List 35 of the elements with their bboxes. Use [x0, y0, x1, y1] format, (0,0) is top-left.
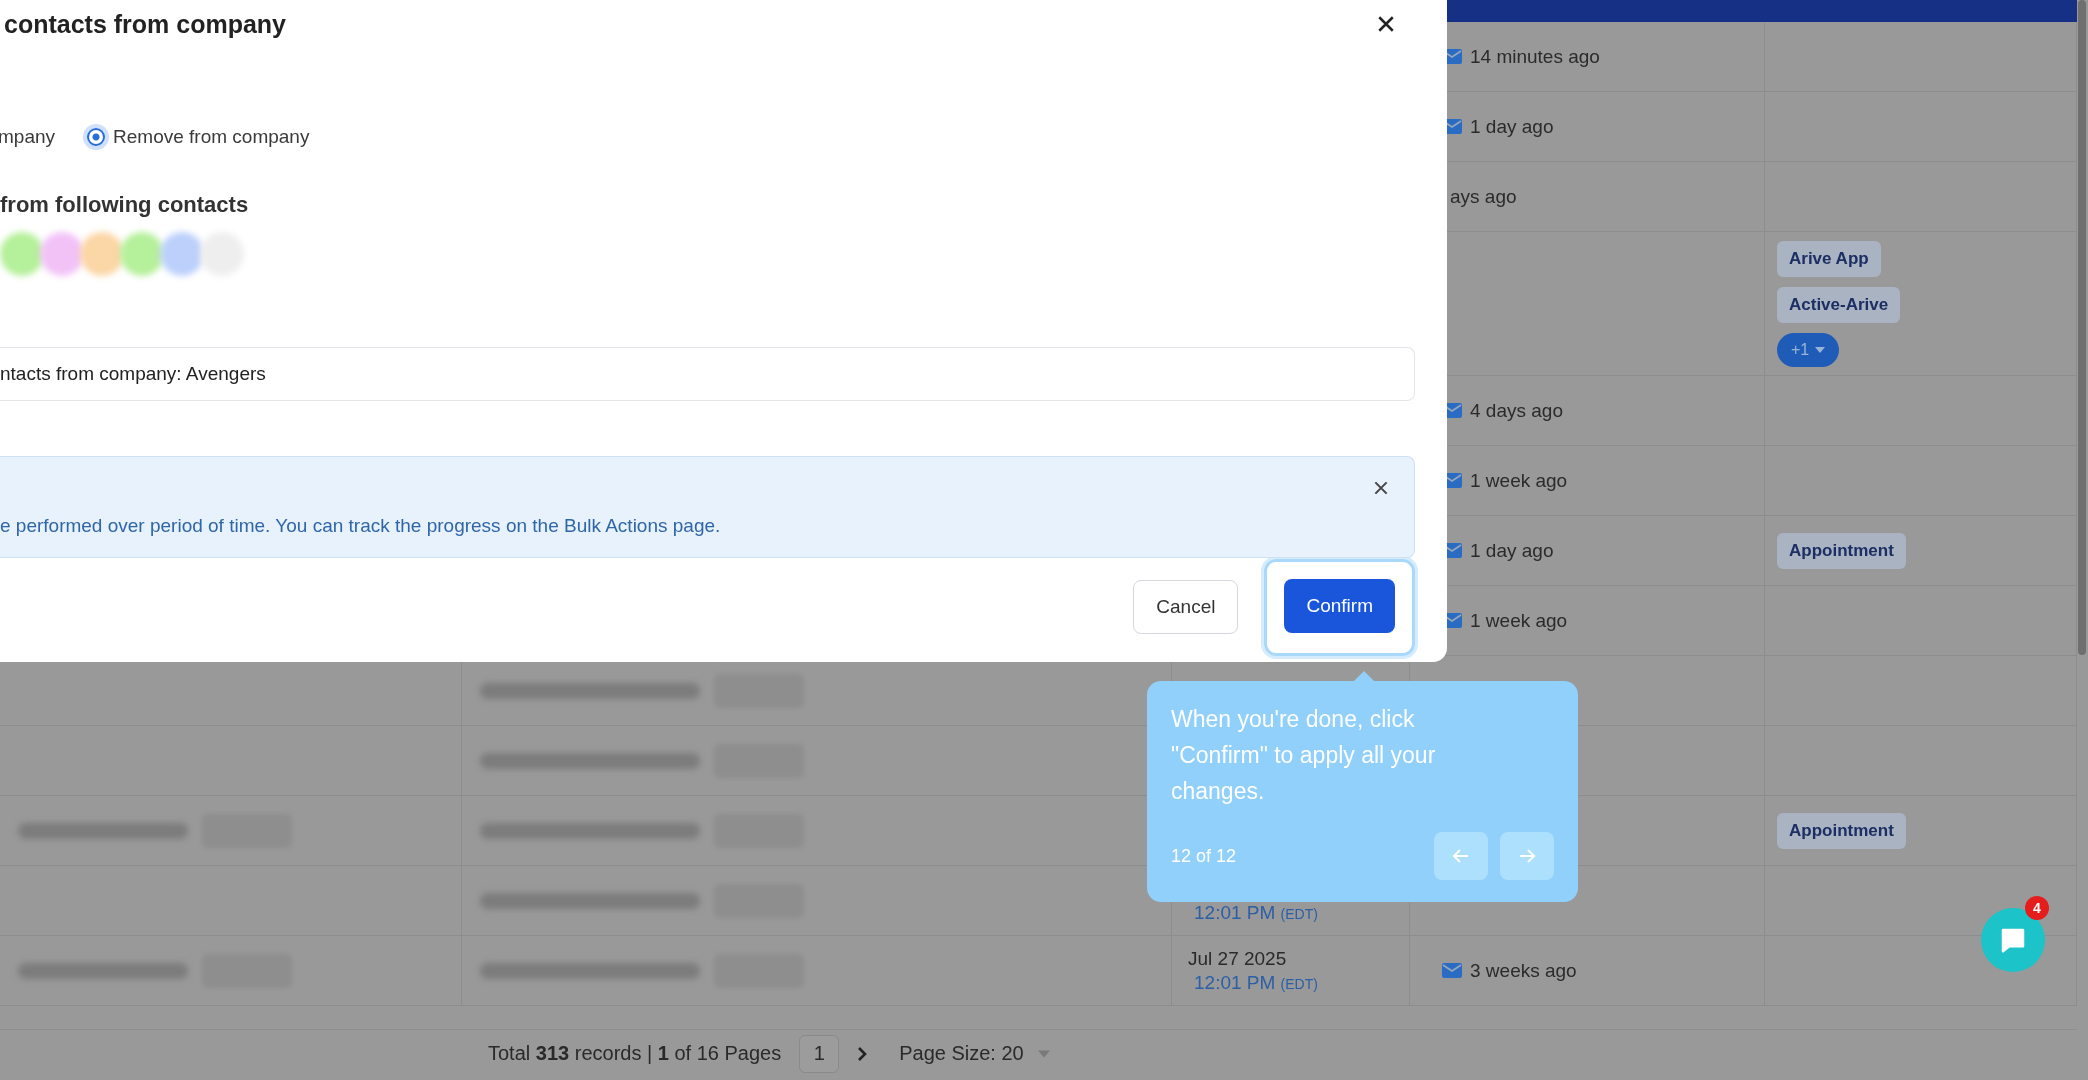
section-heading: from following contacts [0, 192, 250, 218]
activity-text: ays ago [1450, 185, 1517, 208]
activity-text: 14 minutes ago [1470, 45, 1600, 68]
tag: Arive App [1777, 240, 1881, 277]
tag: Active-Arive [1777, 286, 1901, 323]
page-size-dropdown[interactable]: Page Size: 20 [899, 1042, 1050, 1065]
activity-text: 1 week ago [1470, 609, 1568, 632]
close-icon[interactable] [1372, 479, 1390, 497]
notification-badge: 4 [2025, 896, 2049, 920]
page-number-button[interactable]: 1 [799, 1034, 840, 1073]
time-text: 12:01 PM (EDT) [1193, 971, 1318, 994]
date-text: Jul 27 2025 [1188, 947, 1287, 970]
time-text: 12:01 PM (EDT) [1193, 901, 1318, 924]
activity-text: 4 days ago [1470, 399, 1563, 422]
caret-icon [1037, 1049, 1050, 1058]
cancel-button[interactable]: Cancel [1133, 580, 1239, 634]
activity-text: 1 day ago [1470, 115, 1554, 138]
radio-option[interactable]: Remove from company [87, 126, 310, 148]
note-field[interactable]: ntacts from company: Avengers [0, 347, 1415, 401]
scrollbar[interactable] [2078, 0, 2086, 655]
confirm-button[interactable]: Confirm [1284, 578, 1395, 633]
activity-text: 1 week ago [1470, 469, 1568, 492]
tag: Appointment [1777, 812, 1906, 849]
radio-option[interactable]: mpany [0, 126, 56, 148]
activity-text: 3 weeks ago [1470, 959, 1577, 982]
caret-icon [1815, 346, 1826, 353]
tag: Appointment [1777, 532, 1906, 569]
activity-text: 1 day ago [1470, 539, 1554, 562]
next-page-icon[interactable] [857, 1046, 868, 1061]
close-icon[interactable] [1377, 15, 1395, 33]
info-text: e performed over period of time. You can track the progress on the Bulk Actions page. [0, 515, 721, 537]
step-counter: 12 of 12 [1171, 845, 1238, 867]
tooltip-text: When you're done, click "Confirm" to apply all your changes. [1171, 705, 1437, 806]
records-summary: Total 313 records | 1 of 16 Pages [488, 1042, 782, 1065]
dialog-title: contacts from company [3, 9, 286, 39]
